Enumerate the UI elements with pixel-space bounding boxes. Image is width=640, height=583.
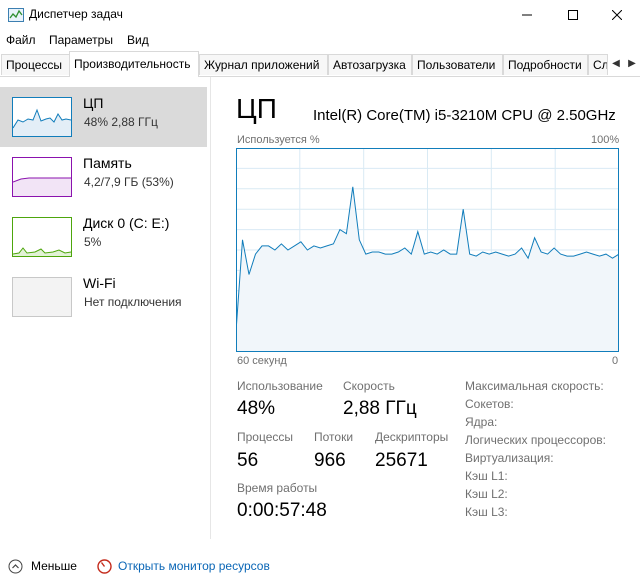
minimize-button[interactable] bbox=[504, 0, 550, 30]
sidebar-item-memory-label: Память bbox=[83, 155, 132, 171]
graph-y-label: Используется % bbox=[237, 134, 320, 146]
spec-sockets-label: Сокетов: bbox=[465, 397, 514, 411]
cpu-thumbnail bbox=[12, 97, 72, 137]
title-bar: Диспетчер задач bbox=[0, 0, 640, 30]
processes-label: Процессы bbox=[237, 430, 294, 444]
spec-l2-cache-label: Кэш L2: bbox=[465, 487, 508, 501]
sidebar-item-cpu-label: ЦП bbox=[83, 95, 104, 111]
threads-value: 966 bbox=[314, 450, 346, 471]
tab-users[interactable]: Пользователи bbox=[412, 54, 503, 75]
spec-cores-label: Ядра: bbox=[465, 415, 498, 429]
handles-label: Дескрипторы bbox=[375, 430, 449, 444]
tab-processes[interactable]: Процессы bbox=[1, 54, 70, 75]
spec-l3-cache-label: Кэш L3: bbox=[465, 505, 508, 519]
disk-mini-graph bbox=[13, 247, 71, 256]
page-title: ЦП bbox=[236, 93, 277, 124]
cpu-usage-graph bbox=[236, 148, 619, 352]
spec-logical-processors-label: Логических процессоров: bbox=[465, 433, 606, 447]
resource-monitor-icon bbox=[97, 559, 112, 574]
menu-bar: Файл Параметры Вид bbox=[0, 30, 640, 51]
close-button[interactable] bbox=[594, 0, 640, 30]
handles-value: 25671 bbox=[375, 450, 428, 471]
spec-virtualization-label: Виртуализация: bbox=[465, 451, 554, 465]
memory-mini-graph bbox=[13, 177, 71, 196]
sidebar-item-wifi-label: Wi-Fi bbox=[83, 275, 116, 291]
uptime-label: Время работы bbox=[237, 481, 318, 495]
sidebar-item-disk-label: Диск 0 (C: E:) bbox=[83, 215, 170, 231]
close-icon bbox=[612, 10, 622, 20]
tab-strip: Процессы Производительность Журнал прило… bbox=[0, 51, 640, 77]
wifi-thumbnail bbox=[12, 277, 72, 317]
sidebar-item-memory[interactable]: Память 4,2/7,9 ГБ (53%) bbox=[0, 147, 207, 207]
spec-l1-cache-label: Кэш L1: bbox=[465, 469, 508, 483]
tab-app-history[interactable]: Журнал приложений bbox=[199, 54, 328, 75]
usage-value: 48% bbox=[237, 398, 276, 419]
uptime-value: 0:00:57:48 bbox=[237, 500, 327, 521]
open-resource-monitor-link[interactable]: Открыть монитор ресурсов bbox=[118, 559, 270, 573]
maximize-button[interactable] bbox=[550, 0, 596, 30]
tab-details[interactable]: Подробности bbox=[503, 54, 588, 75]
menu-file[interactable]: Файл bbox=[6, 33, 36, 47]
chevron-up-icon[interactable] bbox=[8, 559, 23, 574]
graph-x-label-left: 60 секунд bbox=[237, 355, 287, 367]
tab-scroll-left-icon[interactable]: ◀ bbox=[608, 55, 624, 73]
sidebar-item-cpu[interactable]: ЦП 48% 2,88 ГГц bbox=[0, 87, 207, 147]
sidebar-divider bbox=[210, 77, 211, 539]
minimize-icon bbox=[522, 14, 532, 16]
processes-value: 56 bbox=[237, 450, 259, 471]
task-manager-icon bbox=[8, 8, 24, 22]
resource-sidebar: ЦП 48% 2,88 ГГц Память 4,2/7,9 ГБ (53%) … bbox=[0, 77, 210, 537]
fewer-details-button[interactable]: Меньше bbox=[31, 559, 77, 573]
disk-thumbnail bbox=[12, 217, 72, 257]
threads-label: Потоки bbox=[314, 430, 354, 444]
sidebar-item-wifi-value: Нет подключения bbox=[84, 295, 182, 309]
cpu-model-name: Intel(R) Core(TM) i5-3210M CPU @ 2.50GHz bbox=[313, 107, 616, 124]
speed-value: 2,88 ГГц bbox=[343, 398, 417, 419]
menu-view[interactable]: Вид bbox=[127, 33, 149, 47]
sidebar-item-disk[interactable]: Диск 0 (C: E:) 5% bbox=[0, 207, 207, 267]
spec-max-speed-label: Максимальная скорость: bbox=[465, 379, 604, 393]
maximize-icon bbox=[568, 10, 578, 20]
graph-x-label-right: 0 bbox=[612, 355, 619, 367]
tab-services[interactable]: Сл bbox=[588, 54, 608, 75]
sidebar-item-memory-value: 4,2/7,9 ГБ (53%) bbox=[84, 175, 174, 189]
graph-y-max: 100% bbox=[591, 134, 620, 146]
window-title: Диспетчер задач bbox=[29, 7, 123, 21]
tab-performance[interactable]: Производительность bbox=[69, 51, 199, 77]
cpu-mini-graph bbox=[13, 108, 71, 136]
usage-label: Использование bbox=[237, 379, 323, 393]
footer-bar: Меньше Открыть монитор ресурсов bbox=[0, 553, 640, 583]
tab-startup[interactable]: Автозагрузка bbox=[328, 54, 412, 75]
memory-thumbnail bbox=[12, 157, 72, 197]
sidebar-item-disk-value: 5% bbox=[84, 235, 102, 249]
speed-label: Скорость bbox=[343, 379, 395, 393]
menu-options[interactable]: Параметры bbox=[49, 33, 113, 47]
sidebar-item-wifi[interactable]: Wi-Fi Нет подключения bbox=[0, 267, 207, 327]
sidebar-item-cpu-value: 48% 2,88 ГГц bbox=[84, 115, 158, 129]
tab-scroll-right-icon[interactable]: ▶ bbox=[624, 55, 640, 73]
